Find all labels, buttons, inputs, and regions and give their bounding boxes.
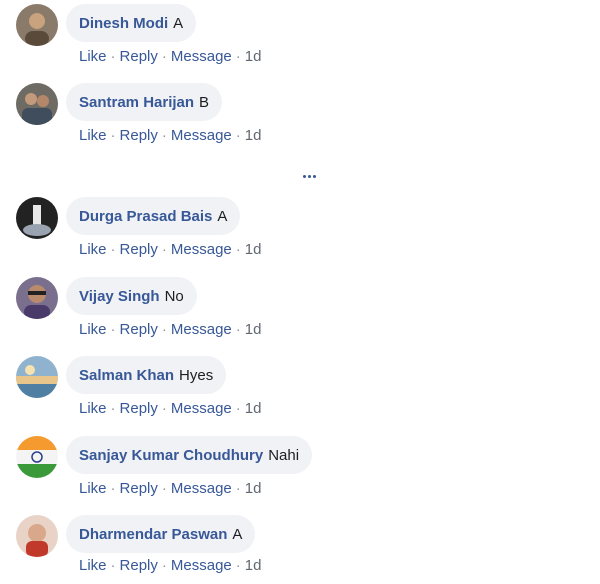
timestamp[interactable]: 1d [245, 321, 262, 338]
separator: · [235, 321, 241, 338]
comment-text: A [217, 207, 228, 225]
separator: · [110, 48, 116, 65]
timestamp[interactable]: 1d [245, 48, 262, 65]
reply-link[interactable]: Reply [120, 127, 158, 144]
avatar[interactable] [16, 197, 58, 239]
like-link[interactable]: Like [79, 241, 107, 258]
author-name[interactable]: Vijay Singh [79, 288, 160, 305]
more-dots-icon[interactable] [299, 166, 319, 186]
separator: · [235, 48, 241, 65]
timestamp[interactable]: 1d [245, 557, 262, 574]
comment-bubble: Durga Prasad Bais A [66, 197, 241, 235]
comment-actions: Like · Reply · Message · 1d [79, 48, 261, 65]
avatar[interactable] [16, 83, 58, 125]
avatar[interactable] [16, 356, 58, 398]
reply-link[interactable]: Reply [120, 480, 158, 497]
comment-bubble: Dinesh Modi A [66, 4, 197, 42]
separator: · [110, 321, 116, 338]
reply-link[interactable]: Reply [120, 241, 158, 258]
message-link[interactable]: Message [171, 480, 232, 497]
message-link[interactable]: Message [171, 400, 232, 417]
separator: · [235, 127, 241, 144]
separator: · [110, 241, 116, 258]
message-link[interactable]: Message [171, 321, 232, 338]
comment-text: A [232, 525, 243, 543]
author-name[interactable]: Dinesh Modi [79, 15, 168, 32]
author-name[interactable]: Dharmendar Paswan [79, 526, 227, 543]
dot [302, 174, 306, 178]
comment-bubble: Salman Khan Hyes [66, 356, 227, 394]
comment-text: B [199, 93, 210, 111]
author-name[interactable]: Salman Khan [79, 367, 174, 384]
timestamp[interactable]: 1d [245, 241, 262, 258]
message-link[interactable]: Message [171, 557, 232, 574]
comment-bubble: Sanjay Kumar Choudhury Nahi [66, 436, 313, 474]
avatar[interactable] [16, 436, 58, 478]
separator: · [110, 400, 116, 417]
separator: · [161, 321, 167, 338]
timestamp[interactable]: 1d [245, 400, 262, 417]
comment-bubble: Santram Harijan B [66, 83, 223, 121]
separator: · [161, 480, 167, 497]
reply-link[interactable]: Reply [120, 400, 158, 417]
comment-actions: Like · Reply · Message · 1d [79, 400, 261, 417]
separator: · [110, 557, 116, 574]
comment-text: No [164, 287, 184, 305]
like-link[interactable]: Like [79, 557, 107, 574]
author-name[interactable]: Sanjay Kumar Choudhury [79, 447, 263, 464]
separator: · [110, 127, 116, 144]
like-link[interactable]: Like [79, 48, 107, 65]
separator: · [235, 241, 241, 258]
separator: · [161, 48, 167, 65]
separator: · [110, 480, 116, 497]
timestamp[interactable]: 1d [245, 480, 262, 497]
comment: Salman Khan Hyes Like · Reply · Message · 1d [0, 352, 600, 422]
separator: · [161, 557, 167, 574]
timestamp[interactable]: 1d [245, 127, 262, 144]
message-link[interactable]: Message [171, 127, 232, 144]
separator: · [235, 400, 241, 417]
like-link[interactable]: Like [79, 480, 107, 497]
avatar[interactable] [16, 4, 58, 46]
comment: Sanjay Kumar Choudhury Nahi Like · Reply · M… [0, 432, 600, 502]
separator: · [161, 400, 167, 417]
reply-link[interactable]: Reply [120, 321, 158, 338]
avatar[interactable] [16, 277, 58, 319]
like-link[interactable]: Like [79, 321, 107, 338]
message-link[interactable]: Message [171, 241, 232, 258]
reply-link[interactable]: Reply [120, 48, 158, 65]
comment: Dharmendar Paswan A Like · Reply · Message · 1… [0, 511, 600, 581]
comment: Santram Harijan B Like · Reply · Message · 1d [0, 79, 600, 149]
comment-text: Nahi [268, 446, 300, 464]
comment-actions: Like · Reply · Message · 1d [79, 321, 261, 338]
separator: · [161, 241, 167, 258]
separator: · [161, 127, 167, 144]
avatar[interactable] [16, 515, 58, 557]
comment: Durga Prasad Bais A Like · Reply · Message · 1… [0, 193, 600, 263]
comment-text: Hyes [179, 366, 214, 384]
comment-actions: Like · Reply · Message · 1d [79, 557, 261, 574]
comment-bubble: Vijay Singh No [66, 277, 197, 315]
author-name[interactable]: Durga Prasad Bais [79, 208, 212, 225]
comment-actions: Like · Reply · Message · 1d [79, 241, 261, 258]
reply-link[interactable]: Reply [120, 557, 158, 574]
comment: Vijay Singh No Like · Reply · Message · 1d [0, 273, 600, 343]
comment-bubble: Dharmendar Paswan A [66, 515, 256, 553]
like-link[interactable]: Like [79, 127, 107, 144]
message-link[interactable]: Message [171, 48, 232, 65]
comment-actions: Like · Reply · Message · 1d [79, 480, 261, 497]
dot [307, 174, 311, 178]
comment: Dinesh Modi A Like · Reply · Message · 1d [0, 0, 600, 70]
dot [312, 174, 316, 178]
comment-actions: Like · Reply · Message · 1d [79, 127, 261, 144]
separator: · [235, 480, 241, 497]
like-link[interactable]: Like [79, 400, 107, 417]
author-name[interactable]: Santram Harijan [79, 94, 194, 111]
comment-text: A [173, 14, 184, 32]
separator: · [235, 557, 241, 574]
